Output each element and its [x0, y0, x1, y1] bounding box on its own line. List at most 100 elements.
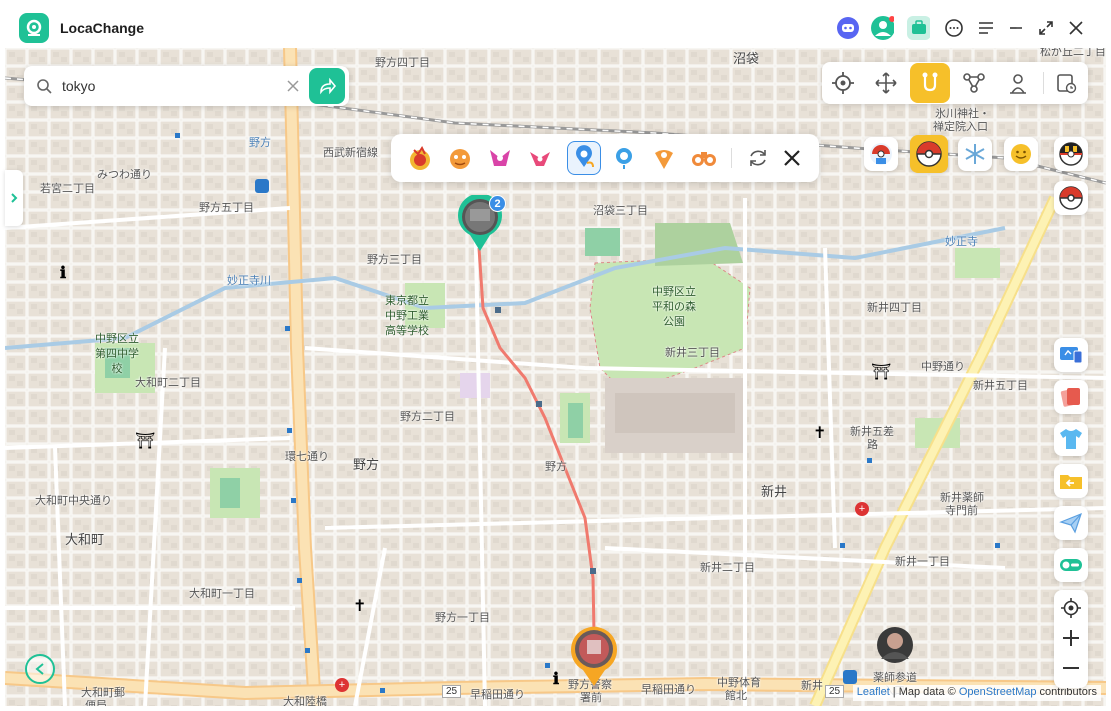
import-button[interactable] [1054, 464, 1088, 498]
map-label: 沼袋三丁目 [593, 204, 648, 217]
locate-icon [1061, 598, 1081, 618]
multi-spot-route-icon [963, 73, 985, 93]
game-2-button[interactable] [443, 141, 477, 175]
toolbox-icon[interactable] [906, 16, 930, 40]
game-6-button[interactable] [607, 141, 641, 175]
nearby-user-avatar[interactable] [877, 627, 913, 663]
joystick-mode-button[interactable] [866, 63, 906, 103]
folder-import-icon [1060, 475, 1082, 489]
map-label: 環七通り [285, 450, 329, 463]
map-label: 野方 [545, 460, 567, 473]
hospital-icon: + [855, 502, 869, 516]
zoom-out-button[interactable] [1054, 653, 1088, 683]
snowflake-icon [965, 144, 985, 164]
pokeball-icon [1059, 186, 1083, 210]
sidebar-expand-button[interactable] [5, 170, 23, 226]
game-3-icon [490, 150, 510, 166]
game-8-icon [692, 152, 716, 166]
search-go-button[interactable] [309, 68, 345, 104]
map-label: 新井一丁目 [895, 555, 950, 568]
pin-count-badge: 2 [489, 195, 506, 212]
toolbar-divider [1043, 72, 1044, 94]
map-label: 便局 [85, 699, 107, 706]
game-1-icon [410, 146, 430, 170]
device-switch-button[interactable] [1054, 338, 1088, 372]
jump-teleport-mode-button[interactable] [998, 63, 1038, 103]
gamebar-divider [731, 148, 732, 168]
map-label: 路 [867, 438, 878, 451]
map-label: 野方五丁目 [199, 201, 254, 214]
school-label: 東京都立 中野工業 高等学校 [385, 294, 429, 337]
back-icon[interactable] [25, 654, 55, 684]
title-bar: LocaChange [0, 0, 1111, 50]
maximize-icon[interactable] [1034, 16, 1058, 40]
game-7-button[interactable] [647, 141, 681, 175]
osm-link[interactable]: OpenStreetMap [959, 686, 1037, 698]
game-8-button[interactable] [687, 141, 721, 175]
map-label: 大和町一丁目 [189, 587, 255, 600]
park-label: 中野区立 平和の森 公園 [652, 285, 696, 328]
support-avatar-icon[interactable] [870, 16, 894, 40]
map-label: 大和町二丁目 [135, 376, 201, 389]
send-button[interactable] [1054, 506, 1088, 540]
game-5-icon [576, 145, 594, 168]
map-label: 妙正寺川 [227, 274, 271, 287]
info-icon: ℹ [60, 265, 67, 282]
close-icon [784, 150, 800, 166]
school-label: 中野区立 第四中学 校 [95, 332, 139, 375]
map-label: 妙正寺 [945, 235, 978, 248]
game-5-button[interactable] [567, 141, 601, 175]
church-icon: ✝ [813, 425, 827, 442]
map-label: 野方二丁目 [400, 410, 455, 423]
zoom-in-button[interactable] [1054, 623, 1088, 653]
history-button[interactable] [1046, 63, 1086, 103]
map-label: 新井五丁目 [973, 379, 1028, 392]
toggle-button[interactable] [1054, 548, 1088, 582]
map-label: 署前 [580, 691, 602, 704]
menu-icon[interactable] [974, 16, 998, 40]
freeze-item-button[interactable] [958, 137, 992, 171]
game-1-button[interactable] [403, 141, 437, 175]
map-label: 野方 [249, 136, 271, 149]
church-icon: ✝ [353, 598, 367, 615]
cards-button[interactable] [1054, 380, 1088, 414]
game-4-button[interactable] [523, 141, 557, 175]
two-spot-mode-button[interactable] [910, 63, 950, 103]
leaflet-link[interactable]: Leaflet [857, 686, 890, 698]
pokeball-side-button[interactable] [1054, 181, 1088, 215]
ultraball-icon [1059, 142, 1083, 166]
map-label: 新井 [761, 485, 788, 500]
skin-button[interactable] [1054, 422, 1088, 456]
pokeball-icon [916, 141, 942, 167]
locate-button[interactable] [1054, 593, 1088, 623]
close-game-bar-button[interactable] [775, 141, 809, 175]
pokestop-item-button[interactable] [864, 137, 898, 171]
map-label: 若宮二丁目 [40, 182, 95, 195]
clear-search-icon[interactable] [285, 78, 301, 94]
current-location-pin[interactable] [569, 626, 619, 688]
game-3-button[interactable] [483, 141, 517, 175]
multi-spot-mode-button[interactable] [954, 63, 994, 103]
smile-item-button[interactable] [1004, 137, 1038, 171]
discord-icon[interactable] [836, 16, 860, 40]
game-6-icon [616, 148, 632, 169]
mode-toolbar [822, 62, 1088, 104]
close-window-icon[interactable] [1064, 16, 1088, 40]
feedback-icon[interactable] [942, 16, 966, 40]
map-label: 新井二丁目 [700, 561, 755, 574]
search-input[interactable] [62, 76, 282, 96]
pokeball-item-button[interactable] [910, 135, 948, 173]
teleport-mode-button[interactable] [823, 63, 863, 103]
jump-teleport-icon [1010, 74, 1026, 94]
search-box [24, 66, 349, 106]
map-label: 新井 [801, 679, 823, 692]
minimize-icon[interactable] [1004, 16, 1028, 40]
shrine-icon: ⛩ [871, 364, 892, 381]
app-title: LocaChange [60, 20, 145, 36]
history-icon [1057, 74, 1077, 94]
ultra-ball-button[interactable] [1054, 137, 1088, 171]
refresh-button[interactable] [741, 141, 775, 175]
attribution-separator: | Map data © [889, 686, 959, 698]
pokeball-trainer-icon [870, 143, 892, 165]
game-4-icon [530, 152, 550, 166]
